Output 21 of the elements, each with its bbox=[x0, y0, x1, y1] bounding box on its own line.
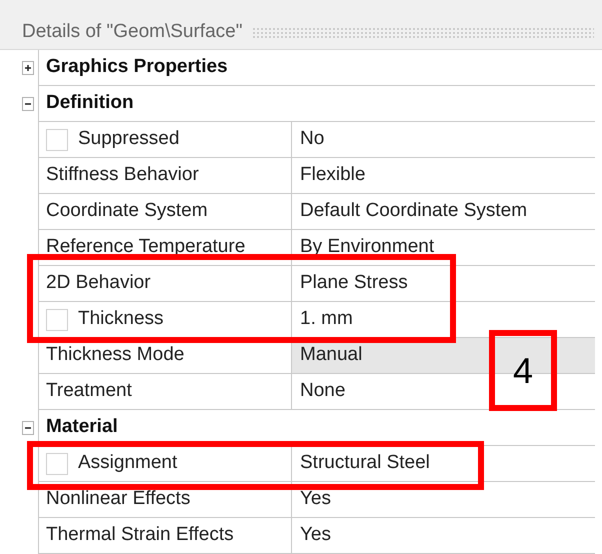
property-label: Reference Temperature bbox=[46, 235, 246, 260]
property-label: Thermal Strain Effects bbox=[46, 523, 234, 548]
property-label: Stiffness Behavior bbox=[46, 163, 199, 188]
property-label: Thickness bbox=[78, 307, 164, 332]
property-label: Coordinate System bbox=[46, 199, 208, 224]
property-label: Suppressed bbox=[78, 127, 180, 152]
property-label: Nonlinear Effects bbox=[46, 487, 190, 512]
panel-title: Details of "Geom\Surface" bbox=[22, 20, 242, 44]
group-heading: Material bbox=[46, 415, 118, 440]
collapse-icon[interactable] bbox=[22, 97, 34, 111]
property-label: Thickness Mode bbox=[46, 343, 184, 368]
group-heading: Definition bbox=[46, 91, 134, 116]
group-heading: Graphics Properties bbox=[46, 55, 228, 80]
collapse-icon[interactable] bbox=[22, 421, 34, 435]
property-label: 2D Behavior bbox=[46, 271, 151, 296]
expand-icon[interactable] bbox=[22, 61, 34, 75]
checkbox[interactable] bbox=[46, 452, 68, 474]
checkbox[interactable] bbox=[46, 308, 68, 330]
property-label: Assignment bbox=[78, 451, 178, 476]
property-label: Treatment bbox=[46, 379, 132, 404]
checkbox[interactable] bbox=[46, 128, 68, 150]
